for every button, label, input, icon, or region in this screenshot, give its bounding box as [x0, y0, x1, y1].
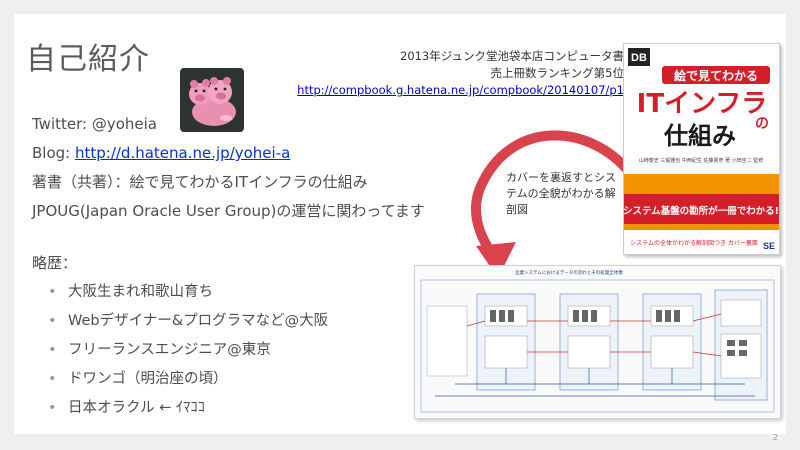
cover-caption: カバーを裏返すとシステムの全貌がわかる解剖図	[506, 171, 616, 216]
list-item: • ドワンゴ（明治座の頃）	[48, 365, 328, 394]
bullet-icon: •	[48, 371, 57, 387]
list-item: • Webデザイナー&プログラマなど@大阪	[48, 307, 328, 336]
bullet-icon: •	[48, 284, 57, 300]
ranking-line-2: 売上冊数ランキング第5位	[490, 66, 624, 80]
twitter-line: Twitter: @yoheia	[32, 110, 425, 139]
book-title-bottom: 仕組み	[663, 122, 736, 150]
jpoug-text: JPOUG(Japan Oracle User Group)の運営に関わってます	[32, 202, 425, 220]
history-title: 略歴：	[32, 254, 78, 272]
history-item-text: 大阪生まれ和歌山育ち	[68, 284, 213, 300]
blog-line: Blog: http://d.hatena.ne.jp/yohei-a	[32, 139, 425, 168]
profile-info: Twitter: @yoheia Blog: http://d.hatena.n…	[32, 110, 425, 226]
book-publisher: SE	[763, 241, 775, 251]
blog-link[interactable]: http://d.hatena.ne.jp/yohei-a	[75, 144, 290, 162]
system-diagram: 企業システムにおけるデータの流れとその処理全体像	[414, 265, 781, 419]
book-line: 著書（共著）：絵で見てわかるITインフラの仕組み	[32, 168, 425, 197]
page-number: 2	[772, 433, 778, 442]
history-item-text: 日本オラクル ← ｲﾏｺｺ	[68, 400, 205, 416]
book-footer: システムの全体がわかる解剖図つき カバー裏面	[630, 239, 758, 247]
twitter-text: Twitter: @yoheia	[32, 115, 157, 133]
list-item: • 大阪生まれ和歌山育ち	[48, 278, 328, 307]
bullet-icon: •	[48, 342, 57, 358]
bullet-icon: •	[48, 400, 57, 416]
ranking-link[interactable]: http://compbook.g.hatena.ne.jp/compbook/…	[297, 83, 624, 97]
book-band: システム基盤の勘所が一冊でわかる!	[624, 205, 779, 217]
blog-label: Blog:	[32, 144, 75, 162]
bullet-icon: •	[48, 313, 57, 329]
book-cover: DB 絵で見てわかる ITインフラ の 仕組み 山崎泰史 三堀雅也 中西紀生 佐…	[623, 43, 780, 255]
system-diagram-art: 企業システムにおけるデータの流れとその処理全体像	[415, 266, 780, 418]
history-list: • 大阪生まれ和歌山育ち • Webデザイナー&プログラマなど@大阪 • フリーランス…	[48, 278, 328, 423]
book-title-no: の	[755, 116, 769, 132]
slide-title: 自己紹介	[26, 42, 150, 77]
diagram-title: 企業システムにおけるデータの流れとその処理全体像	[515, 269, 623, 276]
history-item-text: Webデザイナー&プログラマなど@大阪	[68, 313, 329, 329]
book-text: 著書（共著）：絵で見てわかるITインフラの仕組み	[32, 173, 368, 191]
book-title-top: 絵で見てわかる	[674, 68, 758, 83]
ranking-note: 2013年ジュンク堂池袋本店コンピュータ書 売上冊数ランキング第5位 http:…	[297, 48, 624, 99]
list-item: • フリーランスエンジニア@東京	[48, 336, 328, 365]
ranking-line-1: 2013年ジュンク堂池袋本店コンピュータ書	[400, 49, 624, 63]
jpoug-line: JPOUG(Japan Oracle User Group)の運営に関わってます	[32, 197, 425, 226]
book-badge: DB	[631, 52, 647, 64]
history-item-text: ドワンゴ（明治座の頃）	[68, 371, 228, 387]
book-cover-art: DB 絵で見てわかる ITインフラ の 仕組み 山崎泰史 三堀雅也 中西紀生 佐…	[623, 44, 779, 254]
book-title-main: ITインフラ	[637, 89, 768, 119]
book-authors: 山崎泰史 三堀雅也 中西紀生 佐藤貴彦 著 小田圭二 監修	[639, 157, 764, 164]
list-item: • 日本オラクル ← ｲﾏｺｺ	[48, 394, 328, 423]
history-item-text: フリーランスエンジニア@東京	[68, 342, 271, 358]
